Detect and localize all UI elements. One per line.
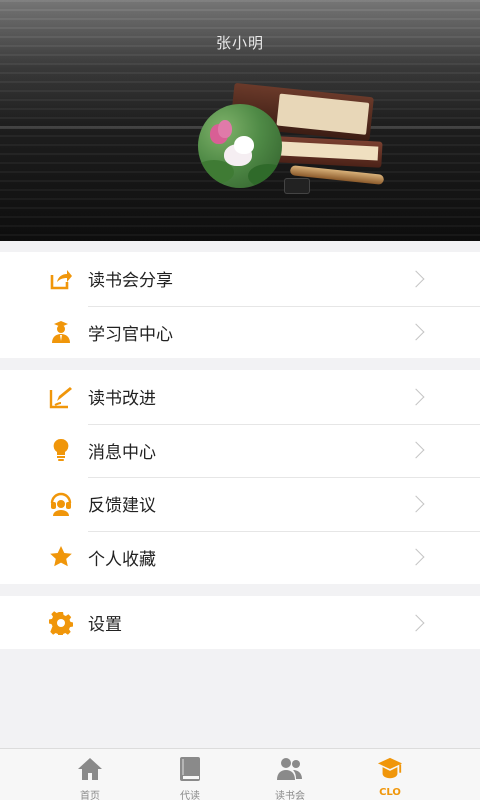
book-icon (177, 756, 203, 782)
menu-item-feedback[interactable]: 反馈建议 (0, 477, 480, 531)
menu-item-message-center[interactable]: 消息中心 (0, 423, 480, 478)
menu-item-settings[interactable]: 设置 (0, 596, 480, 649)
menu-item-label: 消息中心 (88, 442, 156, 463)
chevron-right-icon (407, 441, 425, 459)
chevron-right-icon (407, 495, 425, 513)
menu-item-label: 反馈建议 (88, 496, 156, 517)
menu-group-3: 设置 (0, 596, 480, 649)
share-icon (49, 267, 73, 291)
menu-item-learning-officer-center[interactable]: 学习官中心 (0, 305, 480, 360)
home-icon (77, 756, 103, 782)
chevron-right-icon (407, 388, 425, 406)
menu-group-2: 读书改进 消息中心 反馈建议 个人收藏 (0, 370, 480, 584)
bottom-tab-bar: 首页 代读 读书会 CLO (0, 748, 480, 800)
menu-item-label: 读书会分享 (88, 271, 173, 292)
menu-item-label: 学习官中心 (88, 324, 173, 345)
avatar[interactable] (198, 104, 282, 188)
tab-clo[interactable]: CLO (330, 749, 450, 800)
chevron-right-icon (407, 323, 425, 341)
menu-item-favorites[interactable]: 个人收藏 (0, 530, 480, 585)
chevron-right-icon (407, 270, 425, 288)
menu-item-reading-improvement[interactable]: 读书改进 (0, 370, 480, 424)
edit-icon (49, 385, 73, 409)
profile-header: 张小明 (0, 0, 480, 241)
tab-label: CLO (379, 787, 401, 798)
menu-item-label: 读书改进 (88, 389, 156, 410)
graduation-cap-icon (377, 756, 403, 782)
star-icon (49, 545, 73, 569)
officer-icon (49, 320, 73, 344)
menu-group-1: 读书会分享 学习官中心 (0, 252, 480, 358)
username: 张小明 (215, 34, 264, 52)
bulb-icon (49, 438, 73, 462)
chevron-right-icon (407, 614, 425, 631)
menu-item-label: 个人收藏 (88, 549, 156, 570)
menu-item-reading-club-share[interactable]: 读书会分享 (0, 252, 480, 306)
group-icon (277, 756, 303, 782)
gear-icon (49, 610, 73, 635)
chevron-right-icon (407, 548, 425, 566)
menu-item-label: 设置 (88, 615, 122, 635)
headset-icon (49, 492, 73, 516)
